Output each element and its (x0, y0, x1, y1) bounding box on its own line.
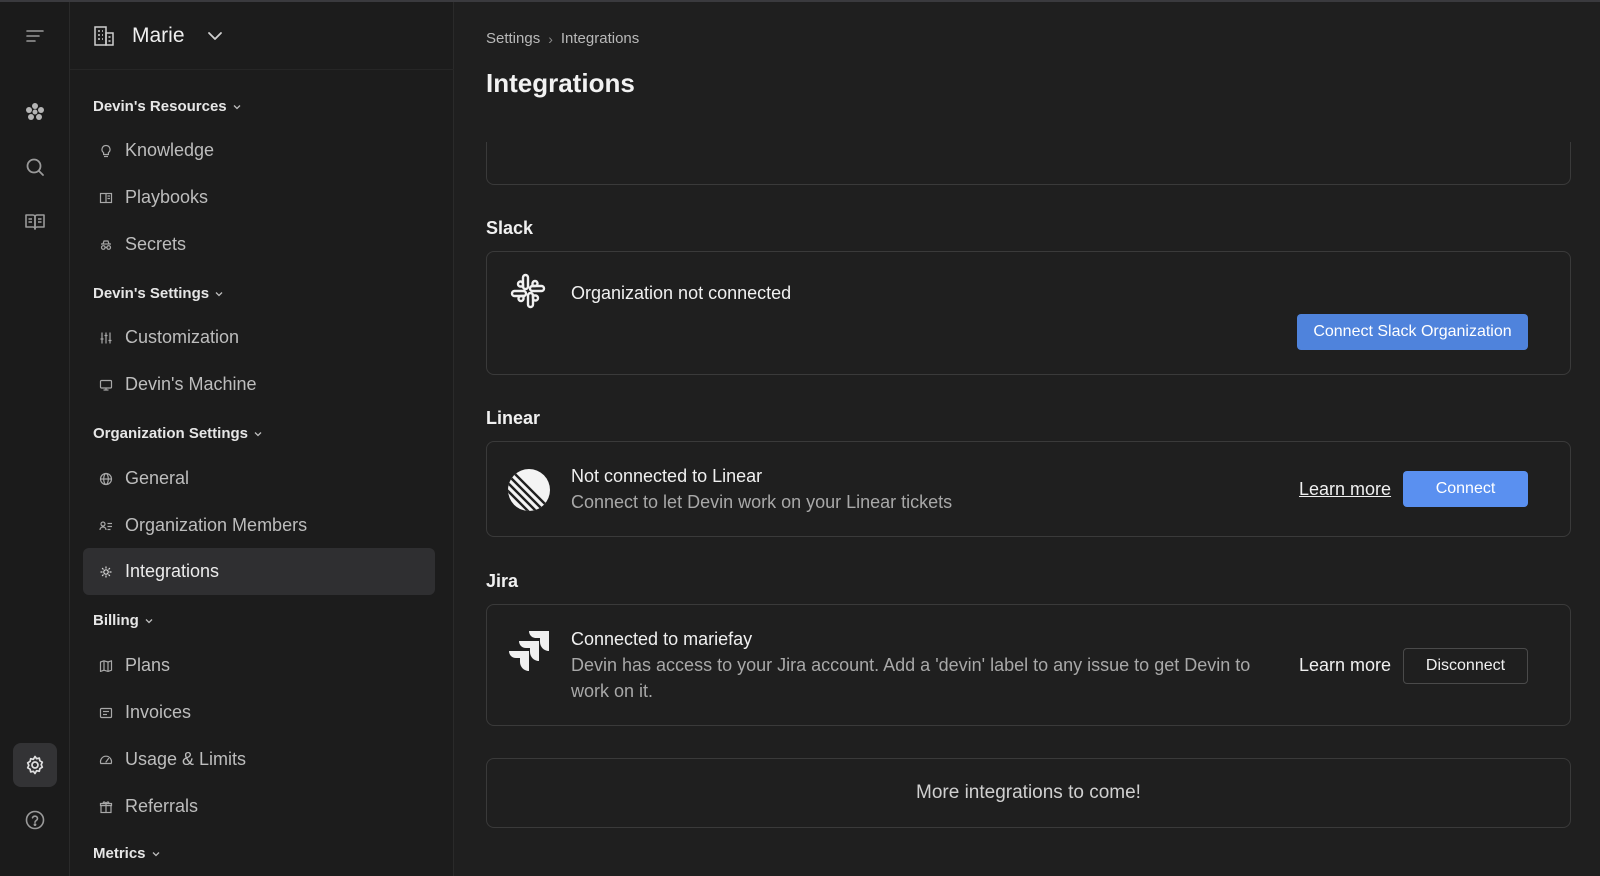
chevron-down-icon (145, 618, 153, 623)
building-icon (94, 25, 114, 46)
slack-logo-icon (510, 273, 546, 309)
workspace-switcher[interactable]: Marie (70, 2, 454, 70)
section-organization-settings[interactable]: Organization Settings (93, 425, 263, 442)
breadcrumb-current: Integrations (560, 30, 640, 47)
members-icon (98, 518, 114, 534)
section-label: Organization Settings (93, 425, 249, 442)
section-billing[interactable]: Billing (93, 612, 154, 629)
linear-card: Not connected to Linear Connect to let D… (486, 441, 1571, 537)
connect-slack-button[interactable]: Connect Slack Organization (1297, 314, 1528, 350)
jira-logo-icon (509, 631, 549, 671)
section-label: Billing (93, 612, 139, 629)
linear-description: Connect to let Devin work on your Linear… (571, 492, 953, 512)
incognito-icon (98, 237, 114, 253)
jira-card: Connected to mariefay Devin has access t… (486, 604, 1571, 726)
jira-description: Devin has access to your Jira account. A… (571, 655, 1251, 701)
sidebar-item-label: Secrets (125, 234, 187, 254)
disconnect-jira-button[interactable]: Disconnect (1403, 648, 1528, 684)
sidebar-item-label: Playbooks (125, 187, 209, 207)
jira-status: Connected to mariefay (571, 629, 753, 649)
gift-icon (98, 799, 114, 815)
sliders-icon (98, 330, 114, 346)
sidebar-item-label: Customization (125, 327, 240, 347)
settings-gear-icon[interactable] (13, 743, 57, 787)
search-icon[interactable] (13, 145, 57, 189)
sidebar-item-plans[interactable]: Plans (83, 642, 435, 689)
chevron-down-icon (152, 851, 159, 856)
section-metrics[interactable]: Metrics (93, 845, 161, 862)
chevron-down-icon (233, 104, 241, 109)
help-icon[interactable] (13, 798, 57, 842)
linear-heading: Linear (486, 408, 541, 428)
slack-status: Organization not connected (571, 283, 792, 303)
sidebar-item-devins-machine[interactable]: Devin's Machine (83, 361, 435, 408)
icon-rail (0, 2, 70, 876)
section-devins-settings[interactable]: Devin's Settings (93, 285, 224, 302)
jira-heading: Jira (486, 571, 519, 591)
gauge-icon (98, 752, 114, 768)
sidebar-item-label: General (125, 468, 190, 488)
sidebar-item-label: Integrations (125, 561, 220, 581)
sidebar-item-invoices[interactable]: Invoices (83, 689, 435, 736)
chevron-down-icon (207, 31, 222, 40)
plug-icon (98, 564, 114, 580)
book-icon (98, 190, 114, 206)
sidebar-item-customization[interactable]: Customization (83, 314, 435, 361)
receipt-icon (98, 705, 114, 721)
sidebar-item-label: Usage & Limits (125, 749, 247, 769)
sidebar-item-integrations[interactable]: Integrations (83, 548, 435, 595)
jira-learn-more-link[interactable]: Learn more (1299, 655, 1391, 676)
slack-heading: Slack (486, 218, 534, 238)
chevron-down-icon (254, 431, 262, 436)
sidebar-item-label: Devin's Machine (125, 374, 257, 394)
section-label: Devin's Resources (93, 98, 227, 115)
sidebar-item-label: Organization Members (125, 515, 308, 535)
breadcrumb: Settings › Integrations (486, 30, 639, 47)
more-integrations-card: More integrations to come! (486, 758, 1571, 828)
chevron-right-icon: › (548, 30, 553, 47)
sidebar-item-referrals[interactable]: Referrals (83, 783, 435, 830)
linear-status: Not connected to Linear (571, 466, 763, 486)
sidebar-item-label: Invoices (125, 702, 192, 722)
section-label: Devin's Settings (93, 285, 210, 302)
main-content: Settings › Integrations Integrations Sla… (455, 2, 1600, 876)
sidebar-item-knowledge[interactable]: Knowledge (83, 127, 435, 174)
section-label: Metrics (93, 845, 146, 862)
globe-icon (98, 471, 114, 487)
wiki-book-icon[interactable] (13, 200, 57, 244)
workspace-name: Marie (132, 23, 185, 47)
sidebar-item-label: Referrals (125, 796, 199, 816)
sidebar-item-secrets[interactable]: Secrets (83, 221, 435, 268)
more-integrations-text: More integrations to come! (916, 782, 1141, 803)
sessions-icon[interactable] (13, 90, 57, 134)
linear-logo-icon (508, 469, 550, 511)
breadcrumb-settings[interactable]: Settings (486, 30, 540, 47)
chevron-down-icon (215, 291, 223, 296)
linear-learn-more-link[interactable]: Learn more (1299, 479, 1391, 500)
page-title: Integrations (486, 68, 635, 98)
map-icon (98, 658, 114, 674)
monitor-icon (98, 377, 114, 393)
lightbulb-icon (98, 143, 114, 159)
connect-linear-button[interactable]: Connect (1403, 471, 1528, 507)
section-devins-resources[interactable]: Devin's Resources (93, 98, 242, 115)
sidebar-item-label: Plans (125, 655, 171, 675)
sidebar-item-organization-members[interactable]: Organization Members (83, 502, 435, 549)
slack-card: Organization not connected Connect Slack… (486, 251, 1571, 375)
sidebar-item-playbooks[interactable]: Playbooks (83, 174, 435, 221)
menu-icon[interactable] (13, 14, 57, 58)
sidebar-item-label: Knowledge (125, 140, 215, 160)
settings-sidebar: Marie Devin's Resources Knowledge Playbo… (70, 2, 454, 876)
sidebar-item-general[interactable]: General (83, 455, 435, 502)
integration-card-partial (486, 142, 1571, 185)
sidebar-item-usage-limits[interactable]: Usage & Limits (83, 736, 435, 783)
